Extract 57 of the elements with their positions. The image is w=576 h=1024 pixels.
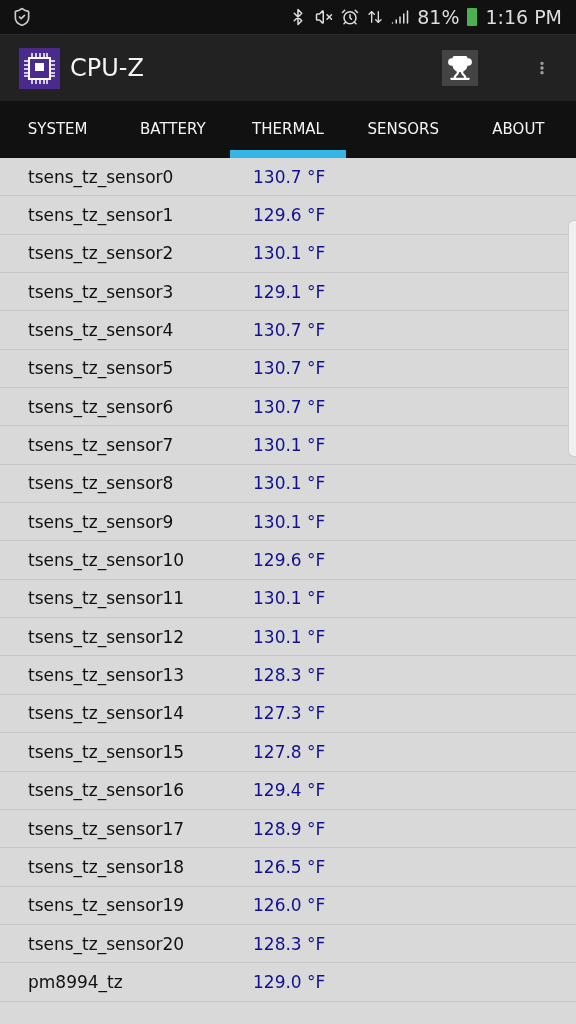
sensor-name: tsens_tz_sensor19 xyxy=(28,895,186,916)
temperature-value: 128.3 °F xyxy=(253,665,326,686)
sensor-name: tsens_tz_sensor17 xyxy=(28,818,186,839)
temperature-value: 129.0 °F xyxy=(253,971,326,992)
temperature-value: 130.1 °F xyxy=(253,435,326,456)
trophy-button[interactable] xyxy=(442,50,478,86)
battery-icon xyxy=(467,8,478,26)
sensor-name: tsens_tz_sensor9 xyxy=(28,511,175,532)
app-title: CPU-Z xyxy=(70,54,144,82)
sensor-name: tsens_tz_sensor10 xyxy=(28,550,186,571)
temperature-value: 129.6 °F xyxy=(253,550,326,571)
temperature-value: 126.5 °F xyxy=(253,856,326,877)
sensor-name: tsens_tz_sensor11 xyxy=(28,588,186,609)
temperature-value: 130.7 °F xyxy=(253,358,326,379)
temperature-value: 127.8 °F xyxy=(253,741,326,762)
sensor-name: pm8994_tz xyxy=(28,971,124,992)
sensor-name: tsens_tz_sensor18 xyxy=(28,856,186,877)
sensor-name: tsens_tz_sensor1 xyxy=(28,205,175,225)
sensor-name: tsens_tz_sensor20 xyxy=(28,933,186,954)
sensor-name: tsens_tz_sensor16 xyxy=(28,780,186,801)
temperature-value: 130.1 °F xyxy=(253,243,326,264)
edge-handle[interactable] xyxy=(568,220,576,457)
temperature-value: 128.3 °F xyxy=(253,933,326,954)
sensor-name: tsens_tz_sensor5 xyxy=(28,358,175,379)
sensor-name: tsens_tz_sensor6 xyxy=(28,396,175,417)
temperature-value: 129.1 °F xyxy=(253,281,326,302)
alarm-icon xyxy=(341,8,360,26)
temperature-value: 126.0 °F xyxy=(253,895,326,916)
clock: 1:16 PM xyxy=(485,6,562,28)
security-icon xyxy=(12,7,32,27)
temperature-value: 128.9 °F xyxy=(253,818,326,839)
sensor-name: tsens_tz_sensor2 xyxy=(28,243,175,264)
temperature-value: 127.3 °F xyxy=(253,703,326,724)
temperature-value: 130.1 °F xyxy=(253,626,326,647)
battery-percent: 81% xyxy=(417,6,460,28)
temperature-value: 130.1 °F xyxy=(253,511,326,532)
sensor-name: tsens_tz_sensor3 xyxy=(28,281,175,302)
sensor-name: tsens_tz_sensor12 xyxy=(28,626,186,647)
temperature-value: 130.1 °F xyxy=(253,473,326,494)
sensor-name: tsens_tz_sensor14 xyxy=(28,703,186,724)
sensor-name: tsens_tz_sensor15 xyxy=(28,741,186,762)
temperature-value: 130.7 °F xyxy=(253,396,326,417)
temperature-value: 130.7 °F xyxy=(253,166,326,187)
data-icon xyxy=(367,9,384,25)
sensor-name: tsens_tz_sensor7 xyxy=(28,435,175,456)
mute-icon xyxy=(315,8,334,26)
sensor-name: tsens_tz_sensor8 xyxy=(28,473,175,494)
trophy-icon xyxy=(447,55,473,81)
sensor-name: tsens_tz_sensor4 xyxy=(28,320,175,341)
sensor-name: tsens_tz_sensor13 xyxy=(28,665,186,686)
sensor-name: tsens_tz_sensor0 xyxy=(28,166,175,187)
temperature-value: 129.4 °F xyxy=(253,780,326,801)
chip-logo-icon xyxy=(19,47,60,89)
temperature-value: 130.1 °F xyxy=(253,588,326,609)
temperature-value: 130.7 °F xyxy=(253,320,326,341)
temperature-value: 129.6 °F xyxy=(253,205,326,225)
signal-icon xyxy=(391,8,410,26)
